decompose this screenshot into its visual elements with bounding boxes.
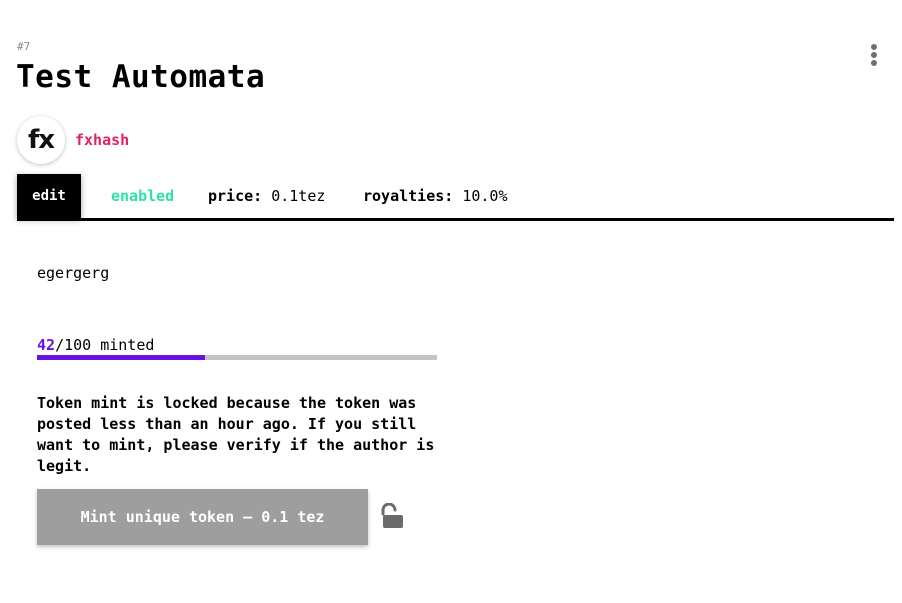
mint-progress-bar (37, 355, 437, 360)
price-label: price: (208, 187, 263, 205)
menu-dot (871, 44, 877, 50)
token-description: egergerg (37, 264, 110, 282)
author-block: fx fxhash (17, 116, 129, 164)
minted-suffix: /100 minted (55, 336, 155, 354)
padlock-svg (381, 502, 403, 528)
page-title: Test Automata (16, 59, 266, 95)
token-id: #7 (17, 40, 31, 53)
royalties-info: royalties: 10.0% (363, 187, 508, 205)
token-info-bar: edit enabled price: 0.1tez royalties: 10… (17, 174, 894, 221)
menu-dot (871, 52, 877, 58)
edit-button[interactable]: edit (17, 174, 81, 218)
menu-dot (871, 60, 877, 66)
royalties-value: 10.0% (462, 187, 508, 205)
mint-progress-fill (37, 355, 205, 360)
status-badge: enabled (111, 187, 175, 205)
avatar[interactable]: fx (17, 116, 65, 164)
unlocked-padlock-icon[interactable] (381, 502, 405, 529)
price-value: 0.1tez (271, 187, 326, 205)
price-info: price: 0.1tez (208, 187, 325, 205)
mint-token-button[interactable]: Mint unique token — 0.1 tez (37, 489, 368, 545)
royalties-label: royalties: (363, 187, 454, 205)
author-name-link[interactable]: fxhash (75, 131, 129, 149)
minted-count-text: 42/100 minted (37, 336, 154, 354)
minted-count: 42 (37, 336, 56, 354)
mint-locked-warning: Token mint is locked because the token w… (37, 394, 435, 475)
more-options-icon[interactable] (864, 42, 884, 68)
